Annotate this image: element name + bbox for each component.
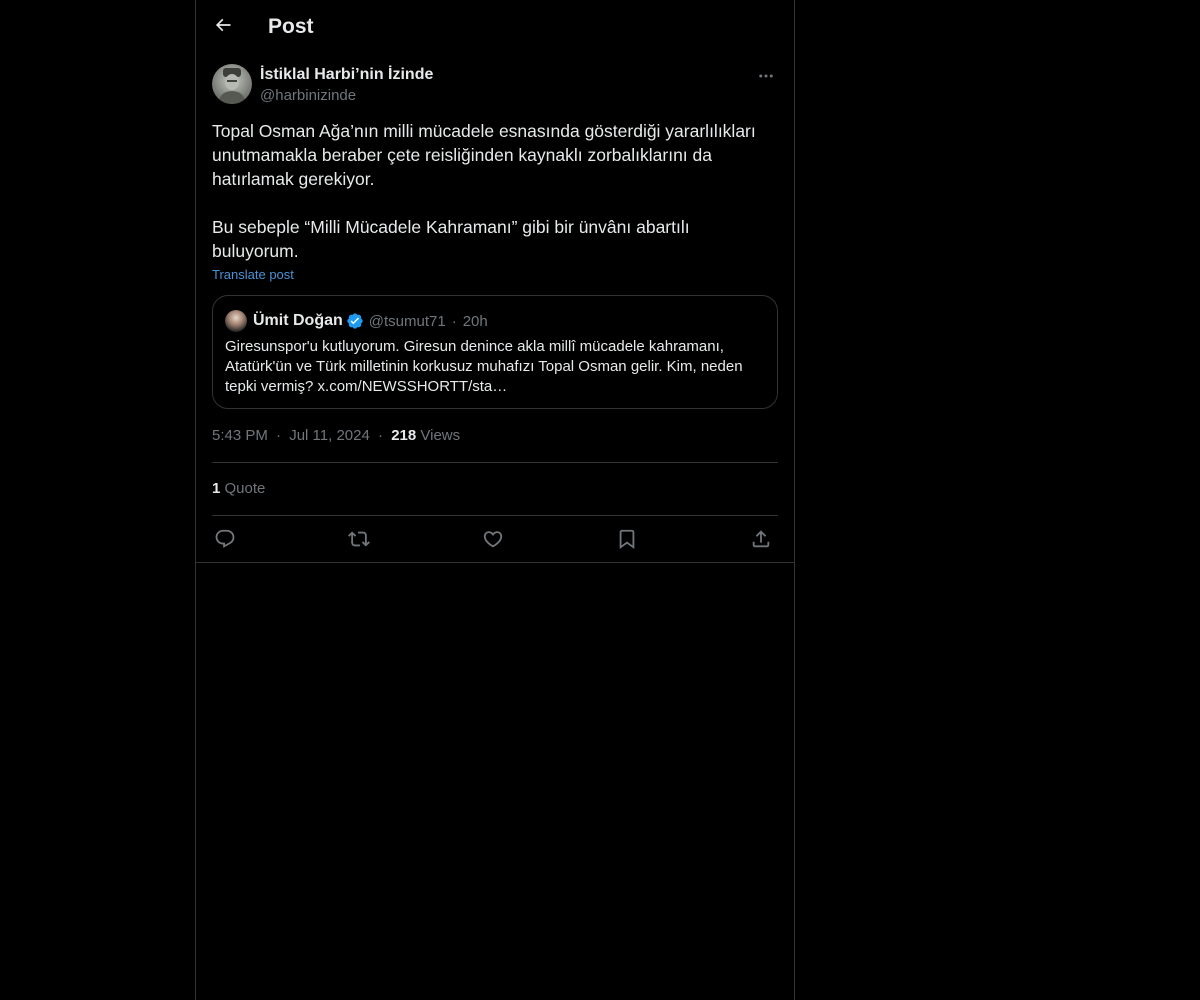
avatar[interactable] bbox=[212, 64, 252, 104]
quoted-post-text: Giresunspor'u kutluyorum. Giresun deninc… bbox=[225, 338, 743, 395]
more-options-button[interactable] bbox=[754, 64, 778, 88]
quoted-post-header: Ümit Doğan @tsumut71 · 20h bbox=[225, 309, 488, 333]
share-button[interactable] bbox=[748, 526, 774, 552]
views-count: 218 bbox=[391, 427, 417, 444]
quotes-label: Quote bbox=[224, 480, 266, 497]
separator: · bbox=[451, 312, 457, 330]
post-paragraph: Topal Osman Ağa’nın milli mücadele esnas… bbox=[212, 121, 756, 189]
verified-badge-icon bbox=[346, 312, 364, 330]
divider bbox=[212, 462, 778, 463]
quoted-author-handle: @tsumut71 bbox=[368, 312, 446, 330]
post-text: Topal Osman Ağa’nın milli mücadele esnas… bbox=[212, 119, 778, 263]
back-button[interactable] bbox=[206, 8, 240, 42]
quoted-post[interactable]: Ümit Doğan @tsumut71 · 20h Giresunspor'u… bbox=[212, 295, 778, 409]
post-date[interactable]: Jul 11, 2024 bbox=[289, 427, 370, 444]
post-time[interactable]: 5:43 PM bbox=[212, 427, 268, 444]
reply-icon bbox=[215, 529, 235, 548]
arrow-left-icon bbox=[215, 18, 231, 32]
quotes-link[interactable]: 1 Quote bbox=[212, 479, 265, 499]
more-icon bbox=[759, 74, 773, 78]
like-button[interactable] bbox=[480, 526, 506, 552]
quoted-author-name: Ümit Doğan bbox=[253, 312, 343, 329]
quotes-count: 1 bbox=[212, 480, 221, 497]
quoted-post-age: 20h bbox=[462, 312, 488, 330]
top-bar: Post bbox=[196, 0, 794, 54]
reply-button[interactable] bbox=[212, 526, 238, 552]
divider bbox=[196, 562, 794, 563]
share-icon bbox=[752, 530, 770, 548]
bookmark-button[interactable] bbox=[614, 526, 640, 552]
divider bbox=[212, 515, 778, 516]
bookmark-icon bbox=[619, 529, 635, 550]
page-title: Post bbox=[268, 15, 314, 38]
post-metadata: 5:43 PM · Jul 11, 2024 · 218 Views bbox=[212, 426, 460, 446]
post-author: İstiklal Harbi’nin İzinde @harbinizinde bbox=[212, 64, 778, 108]
views-label: Views bbox=[420, 427, 461, 444]
translate-post-link[interactable]: Translate post bbox=[212, 266, 294, 284]
repost-icon bbox=[348, 531, 370, 547]
post-paragraph: Bu sebeple “Milli Mücadele Kahramanı” gi… bbox=[212, 217, 690, 261]
separator: · bbox=[276, 427, 282, 444]
separator: · bbox=[378, 427, 384, 444]
action-bar bbox=[212, 526, 778, 552]
repost-button[interactable] bbox=[346, 526, 372, 552]
like-icon bbox=[483, 531, 503, 548]
author-handle[interactable]: @harbinizinde bbox=[260, 86, 356, 106]
author-name[interactable]: İstiklal Harbi’nin İzinde bbox=[260, 65, 433, 85]
avatar-image bbox=[218, 68, 246, 104]
post-column: Post İstiklal Harbi’nin İzinde @harbiniz… bbox=[195, 0, 795, 1000]
avatar bbox=[225, 310, 247, 332]
